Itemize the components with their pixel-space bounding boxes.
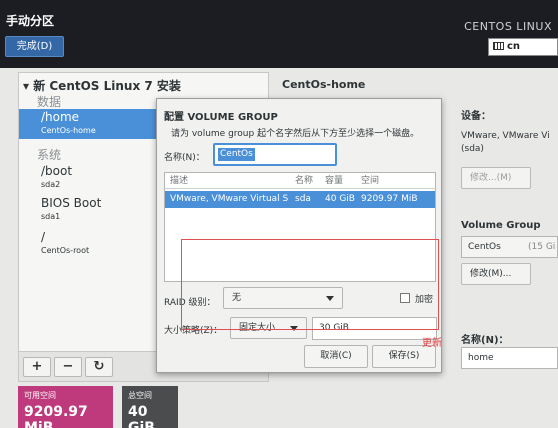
volume-group-value: CentOs: [468, 242, 501, 252]
total-space-box: 总空间 40 GiB: [122, 386, 178, 428]
section-system-label: 系统: [37, 148, 62, 162]
column-capacity: 容量: [325, 176, 344, 186]
column-description: 描述: [170, 176, 189, 186]
dialog-instruction: 请为 volume group 起个名字然后从下方至少选择一个磁盘。: [171, 129, 420, 139]
total-space-label: 总空间: [128, 391, 152, 400]
modify-device-button[interactable]: 修改...(M): [461, 167, 531, 189]
add-mount-button[interactable]: +: [23, 357, 51, 377]
modify-volume-group-button[interactable]: 修改(M)...: [461, 263, 531, 285]
mount-device: CentOs-root: [41, 246, 90, 255]
cancel-button[interactable]: 取消(C): [304, 345, 368, 368]
annotation-box: [181, 239, 439, 330]
keyboard-layout-indicator[interactable]: cn: [488, 38, 558, 56]
mount-name: /boot: [41, 164, 73, 178]
available-space-box: 可用空间 9209.97 MiB: [18, 386, 113, 428]
mount-name: /home: [41, 110, 80, 124]
vg-name-label: 名称(N)：: [164, 153, 205, 163]
keyboard-icon: [493, 42, 504, 50]
volume-group-label: Volume Group: [461, 220, 541, 231]
page-title: 手动分区: [6, 14, 55, 28]
top-bar: 手动分区 完成(D) CENTOS LINUX cn: [0, 0, 558, 68]
mount-device: sda2: [41, 180, 61, 189]
available-space-label: 可用空间: [24, 391, 56, 400]
product-name: CENTOS LINUX: [464, 20, 552, 33]
keyboard-layout-label: cn: [507, 41, 521, 52]
mount-device: sda1: [41, 212, 61, 221]
volume-group-select[interactable]: CentOs (15 Gi: [461, 236, 558, 258]
annotation-text: 更新: [422, 338, 442, 349]
row-description: VMware, VMware Virtual S: [170, 194, 289, 204]
vg-name-value: CentOs: [218, 148, 255, 161]
device-label: 设备：: [461, 111, 491, 122]
device-value-disk: (sda): [461, 144, 484, 154]
refresh-button[interactable]: ↻: [85, 357, 113, 377]
mount-device: CentOs-home: [41, 126, 96, 135]
name-label: 名称(N)：: [461, 335, 509, 346]
remove-mount-button[interactable]: −: [54, 357, 82, 377]
row-name: sda: [295, 194, 311, 204]
device-value: VMware, VMware Vi: [461, 131, 550, 141]
row-free: 9209.97 MiB: [361, 194, 418, 204]
done-button[interactable]: 完成(D): [5, 36, 64, 57]
install-tree-title[interactable]: ▾ 新 CentOS Linux 7 安装: [23, 77, 181, 94]
available-space-value: 9209.97 MiB: [24, 404, 88, 428]
selected-mount-title: CentOs-home: [282, 78, 366, 91]
row-capacity: 40 GiB: [325, 194, 355, 204]
disk-table-header: 描述 名称 容量 空间: [165, 173, 435, 189]
table-row[interactable]: VMware, VMware Virtual S sda 40 GiB 9209…: [165, 191, 435, 208]
total-space-value: 40 GiB: [128, 404, 155, 428]
column-name: 名称: [295, 176, 314, 186]
section-data-label: 数据: [37, 95, 62, 109]
name-field[interactable]: home: [461, 347, 558, 369]
volume-group-free: (15 Gi: [528, 242, 556, 252]
mount-name: /: [41, 230, 46, 244]
dialog-title: 配置 VOLUME GROUP: [164, 112, 278, 123]
configure-volume-group-dialog: 配置 VOLUME GROUP 请为 volume group 起个名字然后从下…: [156, 98, 442, 373]
column-free: 空间: [361, 176, 380, 186]
vg-name-input[interactable]: CentOs: [213, 143, 337, 166]
mount-name: BIOS Boot: [41, 196, 102, 210]
